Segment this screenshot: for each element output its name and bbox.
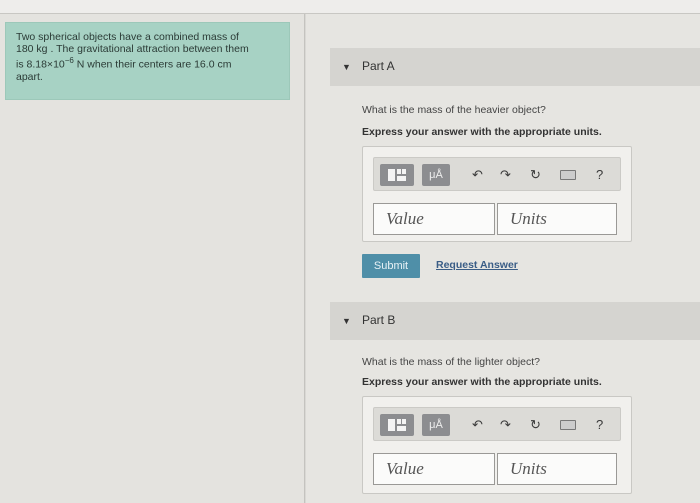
part-a-toolbar: μÅ ↶ ↷ ↻ ? [373,157,621,191]
value-input[interactable]: Value [373,203,495,235]
part-b-toolbar: μÅ ↶ ↷ ↻ ? [373,407,621,441]
undo-icon[interactable]: ↶ [472,415,483,435]
help-icon[interactable]: ? [596,165,603,185]
template-glyph-icon [388,169,406,181]
problem-line-1: Two spherical objects have a combined ma… [16,31,239,43]
part-a-instruction: Express your answer with the appropriate… [362,126,602,138]
problem-value: is 8.18×10 [16,58,65,71]
template-icon[interactable] [380,414,414,436]
part-b-question: What is the mass of the lighter object? [362,356,541,368]
part-b-header[interactable]: ▼ Part B [330,302,700,340]
help-icon[interactable]: ? [596,415,603,435]
part-a-title: Part A [362,59,395,73]
units-input[interactable]: Units [497,453,617,485]
part-b-title: Part B [362,313,396,327]
top-strip [0,0,700,14]
problem-line-3: is 8.18×10−6 N when their centers are 16… [16,55,279,71]
reset-icon[interactable]: ↻ [530,415,541,435]
problem-line-4: apart. [16,70,43,83]
value-input[interactable]: Value [373,453,495,485]
part-a-answer-box: μÅ ↶ ↷ ↻ ? Value Units [362,146,632,242]
undo-icon[interactable]: ↶ [472,165,483,185]
units-input[interactable]: Units [497,203,617,235]
problem-exponent: −6 [64,56,74,65]
problem-value-tail: N when their centers are 16.0 cm [73,58,232,71]
redo-icon[interactable]: ↷ [500,165,511,185]
units-symbol-button[interactable]: μÅ [422,164,450,186]
request-answer-link[interactable]: Request Answer [436,259,518,271]
units-symbol-button[interactable]: μÅ [422,414,450,436]
template-glyph-icon [388,419,406,431]
template-icon[interactable] [380,164,414,186]
problem-statement: Two spherical objects have a combined ma… [5,22,290,100]
part-b-instruction: Express your answer with the appropriate… [362,376,602,388]
part-b-answer-box: μÅ ↶ ↷ ↻ ? Value Units [362,396,632,494]
redo-icon[interactable]: ↷ [500,415,511,435]
submit-button[interactable]: Submit [362,254,420,278]
reset-icon[interactable]: ↻ [530,165,541,185]
keyboard-icon[interactable] [560,420,576,430]
collapse-triangle-icon[interactable]: ▼ [342,316,351,326]
collapse-triangle-icon[interactable]: ▼ [342,62,351,72]
part-a-question: What is the mass of the heavier object? [362,104,546,116]
part-a-header[interactable]: ▼ Part A [330,48,700,86]
keyboard-icon[interactable] [560,170,576,180]
problem-line-2: 180 kg . The gravitational attraction be… [16,43,249,55]
